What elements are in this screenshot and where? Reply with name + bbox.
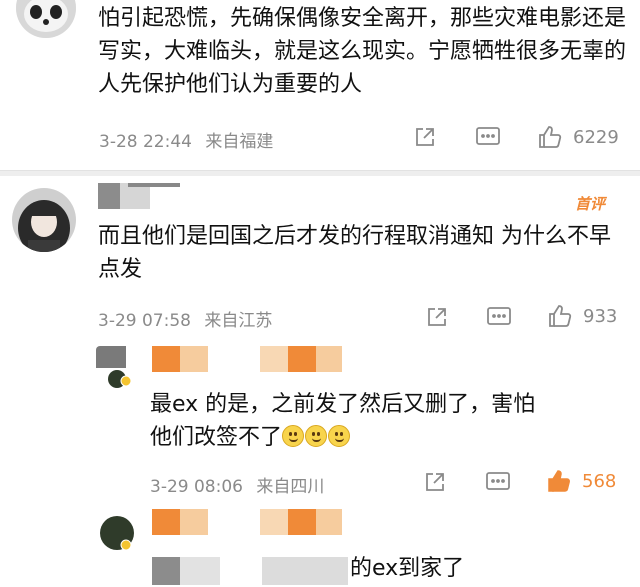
like-button[interactable]: 6229 xyxy=(537,124,619,150)
username-mosaic xyxy=(152,346,342,372)
like-count: 568 xyxy=(582,470,617,492)
panda-avatar[interactable] xyxy=(16,0,76,38)
share-button[interactable] xyxy=(413,125,437,149)
smile-emoji xyxy=(282,425,305,447)
share-button[interactable] xyxy=(425,305,449,329)
comment-text: 最ex 的是，之前发了然后又删了，害怕他们改签不了 xyxy=(150,388,550,454)
text-mosaic xyxy=(152,557,348,585)
comment-icon xyxy=(476,127,500,145)
comment-icon xyxy=(486,472,510,490)
user-image xyxy=(96,346,138,388)
section-divider xyxy=(0,170,640,176)
comment-time: 3-28 22:44 xyxy=(99,132,192,152)
username-mosaic xyxy=(152,509,342,535)
comment-source: 来自江苏 xyxy=(204,311,273,331)
like-icon xyxy=(549,305,572,327)
panda-image xyxy=(16,0,76,38)
share-icon xyxy=(416,128,434,146)
first-comment-badge: 首评 xyxy=(575,195,606,213)
comment-text: 怕引起恐慌，先确保偶像安全离开，那些灾难电影还是写实，大难临头，就是这么现实。宁… xyxy=(98,6,627,97)
comment-meta: 3-28 22:44 来自福建 xyxy=(99,127,273,152)
comment-button[interactable] xyxy=(475,125,501,149)
like-count: 933 xyxy=(583,305,618,327)
girl-avatar[interactable] xyxy=(12,188,76,252)
user-avatar[interactable] xyxy=(96,512,138,554)
comment-meta: 3-29 07:58 来自江苏 xyxy=(98,306,272,331)
girl-image xyxy=(12,188,76,252)
like-count: 6229 xyxy=(573,126,619,148)
smile-emoji xyxy=(305,425,328,447)
comment-source: 来自福建 xyxy=(205,132,274,152)
like-button[interactable]: 568 xyxy=(546,468,616,494)
comment-text: 而且他们是回国之后才发的行程取消通知 为什么不早点发 xyxy=(98,224,611,282)
reply-text: 的ex到家了 xyxy=(350,556,465,581)
comment-icon xyxy=(487,307,511,325)
like-icon xyxy=(548,470,570,492)
user-image xyxy=(96,512,138,554)
smile-emoji xyxy=(328,425,351,447)
share-icon xyxy=(426,473,444,491)
comment-source: 来自四川 xyxy=(256,477,325,497)
comment-button[interactable] xyxy=(486,305,512,329)
like-icon xyxy=(539,126,562,148)
user-avatar[interactable] xyxy=(96,346,138,388)
comment-meta: 3-29 08:06 来自四川 xyxy=(150,472,324,497)
comment-button[interactable] xyxy=(485,470,511,494)
like-button[interactable]: 933 xyxy=(547,303,617,329)
comment-time: 3-29 07:58 xyxy=(98,311,191,331)
comment-time: 3-29 08:06 xyxy=(150,477,243,497)
share-button[interactable] xyxy=(423,470,447,494)
share-icon xyxy=(428,308,446,326)
username-mosaic xyxy=(128,183,180,187)
